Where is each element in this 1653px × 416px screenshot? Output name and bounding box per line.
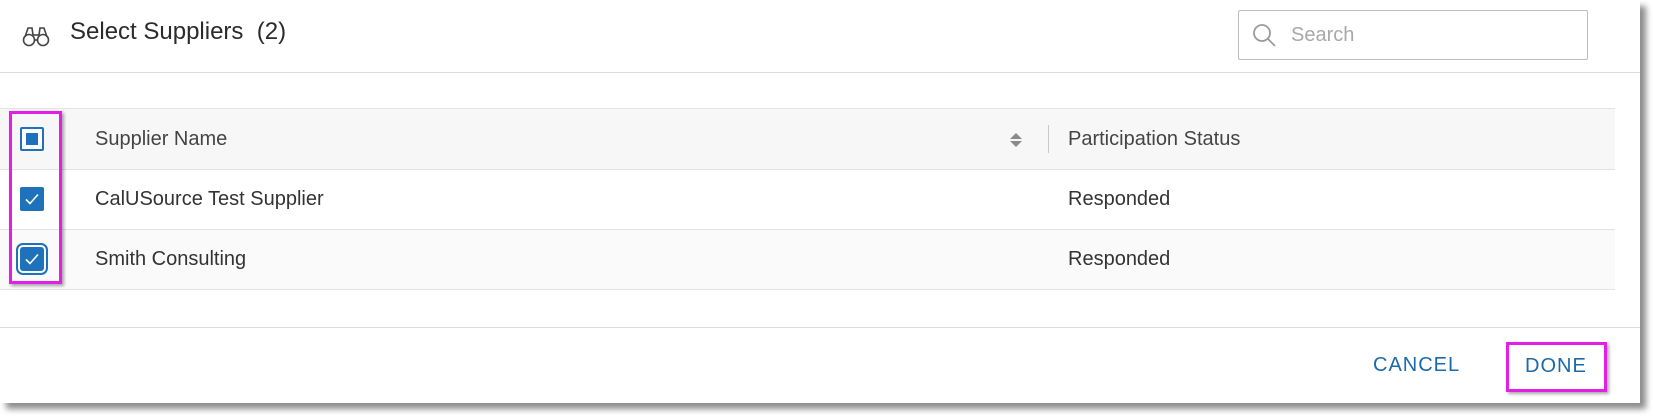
dialog-title: Select Suppliers (2) [70,18,286,46]
selected-count: (2) [256,18,287,45]
search-box[interactable] [1238,10,1588,60]
table-header-row: Supplier Name Participation Status [0,108,1615,170]
done-button-highlight [1506,342,1607,392]
dialog-title-text: Select Suppliers [70,18,244,45]
search-input[interactable] [1289,19,1579,51]
column-divider[interactable] [1048,125,1049,153]
select-suppliers-dialog: Select Suppliers (2) Supplier Name Parti… [0,0,1640,403]
search-icon [1253,24,1276,47]
column-header-participation-status[interactable]: Participation Status [1068,109,1240,169]
supplier-name-cell: CalUSource Test Supplier [95,188,324,210]
sort-icon[interactable] [1009,132,1023,148]
cancel-button[interactable]: CANCEL [1373,354,1460,377]
suppliers-table: Supplier Name Participation Status CalUS… [0,108,1615,290]
binoculars-icon [22,27,50,47]
checkbox-column-highlight [9,111,62,284]
participation-status-cell: Responded [1068,248,1171,270]
dialog-footer: CANCEL DONE [0,327,1640,404]
column-header-supplier-name[interactable]: Supplier Name [95,109,227,169]
dialog-header: Select Suppliers (2) [0,0,1640,73]
table-row[interactable]: Smith Consulting Responded [0,230,1615,290]
supplier-name-cell: Smith Consulting [95,248,247,270]
table-row[interactable]: CalUSource Test Supplier Responded [0,170,1615,230]
participation-status-cell: Responded [1068,188,1171,210]
